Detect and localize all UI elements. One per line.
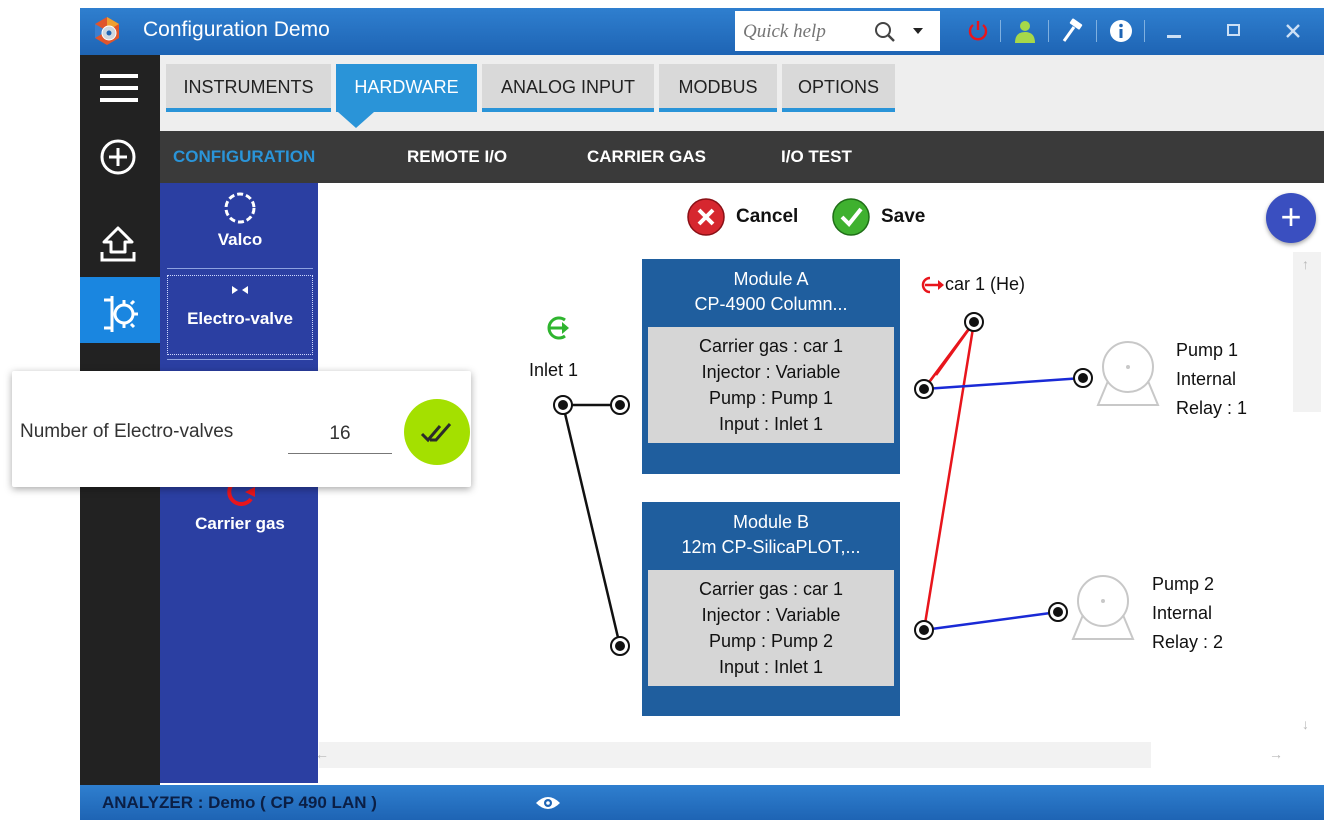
separator	[1144, 20, 1145, 42]
add-button[interactable]: +	[1266, 193, 1316, 243]
sub-tab-bar: CONFIGURATION REMOTE I/O CARRIER GAS I/O…	[160, 131, 1324, 183]
separator	[1048, 20, 1049, 42]
hamburger-icon	[100, 74, 138, 102]
module-detail: Injector : Variable	[701, 605, 841, 625]
menu-button[interactable]	[80, 55, 160, 121]
title-bar-icons	[940, 8, 1324, 55]
subtab-io-test[interactable]: I/O TEST	[781, 147, 852, 167]
module-title: Module A	[733, 269, 809, 289]
pump-name: Pump 1	[1176, 340, 1239, 360]
carrier-label: car 1 (He)	[945, 274, 1026, 294]
palette-item-electro-valve[interactable]: Electro-valve	[167, 275, 313, 355]
electro-valve-count-input[interactable]	[288, 415, 392, 454]
cancel-button[interactable]: Cancel	[686, 197, 798, 237]
module-details: Carrier gas : car 1 Injector : Variable …	[648, 570, 894, 686]
chevron-down-icon[interactable]	[913, 28, 923, 34]
valco-icon	[224, 192, 256, 224]
pump-2-label: Pump 2 Internal Relay : 2	[1152, 570, 1223, 657]
palette-label: Electro-valve	[187, 309, 293, 328]
pump-type: Internal	[1152, 603, 1213, 623]
power-icon[interactable]	[965, 18, 991, 44]
user-icon[interactable]	[1012, 18, 1038, 44]
module-detail: Injector : Variable	[701, 362, 841, 382]
search-icon[interactable]	[872, 19, 898, 45]
hardware-rail-button[interactable]	[80, 277, 160, 343]
subtab-remote-io[interactable]: REMOTE I/O	[407, 147, 507, 167]
vertical-scrollbar[interactable]: ↑ ↓	[1293, 252, 1321, 772]
pump-1-label: Pump 1 Internal Relay : 1	[1176, 336, 1247, 423]
module-detail: Input : Inlet 1	[718, 657, 824, 677]
electro-valve-icon	[232, 286, 248, 294]
horizontal-scrollbar[interactable]: ← →	[305, 740, 1293, 770]
scrollbar-track[interactable]	[319, 742, 1151, 768]
upload-rail-button[interactable]	[80, 207, 160, 273]
eye-icon[interactable]	[535, 795, 561, 811]
tab-modbus[interactable]: MODBUS	[659, 64, 777, 112]
subtab-configuration[interactable]: CONFIGURATION	[173, 147, 315, 167]
module-title: Module B	[732, 512, 810, 532]
minimize-icon[interactable]	[1162, 18, 1188, 44]
double-check-icon	[420, 423, 452, 443]
analyzer-status: ANALYZER : Demo ( CP 490 LAN )	[102, 793, 377, 812]
quick-help-input[interactable]	[741, 17, 865, 47]
module-subtitle: CP-4900 Column...	[694, 294, 848, 314]
inlet-label: Inlet 1	[529, 360, 579, 380]
module-subtitle: 12m CP-SilicaPLOT,...	[681, 537, 861, 557]
divider	[167, 268, 313, 269]
add-circle-icon	[100, 139, 136, 175]
close-icon[interactable]	[1280, 18, 1306, 44]
quick-help-box[interactable]	[735, 11, 940, 51]
save-label: Save	[881, 206, 926, 227]
tab-analog-input[interactable]: ANALOG INPUT	[482, 64, 654, 112]
arrow-right-icon[interactable]: →	[1269, 746, 1283, 762]
scrollbar-track[interactable]	[1293, 252, 1321, 412]
tab-options[interactable]: OPTIONS	[782, 64, 895, 112]
subtab-carrier-gas[interactable]: CARRIER GAS	[587, 147, 706, 167]
confirm-button[interactable]	[404, 399, 470, 465]
palette-label: Carrier gas	[195, 514, 285, 533]
title-bar: Configuration Demo	[80, 8, 1324, 55]
arrow-up-icon[interactable]: ↑	[1302, 256, 1309, 272]
settings-gear-icon	[104, 296, 138, 332]
status-bar: ANALYZER : Demo ( CP 490 LAN )	[80, 785, 1324, 820]
electro-valve-count-popup: Number of Electro-valves	[12, 371, 471, 487]
popup-label: Number of Electro-valves	[20, 421, 234, 442]
arrow-down-icon[interactable]: ↓	[1302, 716, 1309, 732]
pump-type: Internal	[1176, 369, 1237, 389]
active-tab-pointer	[338, 112, 374, 128]
module-b[interactable]: Module B 12m CP-SilicaPLOT,... Carrier g…	[642, 502, 900, 716]
tab-bar: INSTRUMENTS HARDWARE ANALOG INPUT MODBUS…	[160, 55, 1324, 131]
upload-icon	[100, 226, 136, 262]
module-detail: Pump : Pump 2	[708, 631, 834, 651]
info-icon[interactable]	[1108, 18, 1134, 44]
pump-relay: Relay : 2	[1152, 632, 1224, 652]
tab-instruments[interactable]: INSTRUMENTS	[166, 64, 331, 112]
checkmark-icon	[832, 198, 870, 236]
module-detail: Carrier gas : car 1	[698, 579, 844, 599]
add-rail-button[interactable]	[80, 123, 160, 189]
maximize-icon[interactable]	[1221, 18, 1247, 44]
pump-name: Pump 2	[1152, 574, 1215, 594]
arrow-left-icon[interactable]: ←	[315, 746, 329, 762]
cancel-icon	[687, 198, 725, 236]
module-detail: Pump : Pump 1	[708, 388, 834, 408]
save-button[interactable]: Save	[831, 197, 925, 237]
window-title: Configuration Demo	[143, 18, 330, 41]
separator	[1096, 20, 1097, 42]
divider	[167, 359, 313, 360]
palette-item-valco[interactable]: Valco	[167, 191, 313, 250]
hammer-icon[interactable]	[1060, 18, 1086, 44]
module-details: Carrier gas : car 1 Injector : Variable …	[648, 327, 894, 443]
palette-label: Valco	[217, 230, 263, 249]
pump-relay: Relay : 1	[1176, 398, 1248, 418]
module-a[interactable]: Module A CP-4900 Column... Carrier gas :…	[642, 259, 900, 474]
tab-hardware[interactable]: HARDWARE	[336, 64, 477, 112]
module-detail: Carrier gas : car 1	[698, 336, 844, 356]
cancel-label: Cancel	[736, 206, 799, 227]
module-detail: Input : Inlet 1	[718, 414, 824, 434]
separator	[1000, 20, 1001, 42]
app-logo-icon	[95, 17, 119, 45]
